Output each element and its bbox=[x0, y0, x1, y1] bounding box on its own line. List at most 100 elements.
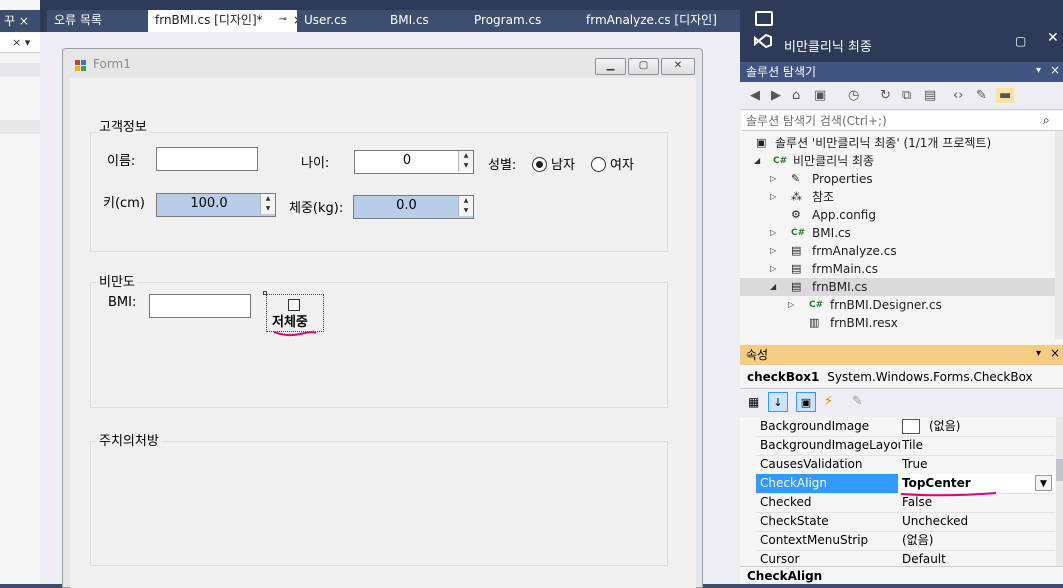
prop-row[interactable]: CausesValidation True bbox=[756, 455, 1055, 475]
tree-item-project[interactable]: ◢ C# 비만클리닉 최종 bbox=[740, 152, 1055, 170]
tree-item-bmi-cs[interactable]: ▷ C# BMI.cs bbox=[740, 224, 1055, 242]
tree-item-frnbmi[interactable]: ◢ ▤ frnBMI.cs bbox=[740, 278, 1055, 296]
female-radio[interactable] bbox=[591, 157, 606, 172]
tree-scrollbar[interactable] bbox=[1055, 131, 1063, 339]
properties-close-icon[interactable]: × bbox=[1050, 346, 1060, 360]
solution-search-input[interactable]: 솔루션 탐색기 검색(Ctrl+;) bbox=[742, 111, 1063, 131]
collapse-arrow-icon[interactable]: ▷ bbox=[770, 224, 776, 242]
tree-item-references[interactable]: ▷ ⁂ 참조 bbox=[740, 188, 1055, 206]
collapse-arrow-icon[interactable]: ▷ bbox=[770, 170, 776, 188]
tab-bmi-cs[interactable]: BMI.cs bbox=[383, 10, 475, 32]
properties-dropdown-icon[interactable]: ▾ bbox=[1036, 348, 1041, 359]
left-panel-tab[interactable]: 꾸 × bbox=[0, 10, 40, 32]
solution-window-title: 비만클리닉 최종 bbox=[784, 40, 872, 55]
pane-dropdown-icon[interactable]: ▾ bbox=[1036, 65, 1041, 76]
prop-row[interactable]: Checked False bbox=[756, 493, 1055, 513]
home-icon[interactable]: ⌂ bbox=[792, 88, 800, 103]
height-spinner[interactable]: ▲ ▼ bbox=[260, 194, 275, 214]
properties-view-icon[interactable]: ▣ bbox=[796, 392, 816, 412]
csharp-file-icon: C# bbox=[791, 228, 806, 238]
image-swatch bbox=[902, 419, 920, 434]
maximize-icon: ▢ bbox=[638, 60, 649, 71]
forward-icon[interactable]: ▶ bbox=[771, 88, 781, 103]
close-icon[interactable]: ✕ bbox=[1047, 30, 1059, 46]
back-icon[interactable]: ◀ bbox=[750, 88, 760, 103]
tab-label: User.cs bbox=[304, 13, 347, 27]
solution-explorer-header: 솔루션 탐색기 bbox=[740, 62, 1063, 82]
prop-value: False bbox=[902, 495, 933, 509]
bmi-input[interactable] bbox=[149, 294, 251, 318]
tree-item-app-config[interactable]: ⚙ App.config bbox=[740, 206, 1055, 224]
weight-numeric[interactable]: 0.0 ▲ ▼ bbox=[353, 195, 474, 219]
tree-label: frnBMI.Designer.cs bbox=[830, 298, 942, 312]
property-pages-icon[interactable]: ✎ bbox=[852, 394, 863, 409]
categorized-icon[interactable]: ▦ bbox=[748, 395, 759, 409]
group-bmi-label: 비만도 bbox=[97, 271, 137, 290]
weight-spinner[interactable]: ▲ ▼ bbox=[458, 196, 473, 216]
code-view-icon[interactable]: ‹› bbox=[953, 88, 963, 103]
events-icon[interactable]: ⚡ bbox=[824, 394, 833, 409]
tab-frnbmi-design[interactable]: frnBMI.cs [디자인]* × ⊸ bbox=[148, 10, 308, 32]
height-numeric[interactable]: 100.0 ▲ ▼ bbox=[156, 193, 276, 217]
maximize-button[interactable]: ▢ bbox=[628, 58, 659, 75]
tree-label: App.config bbox=[812, 208, 876, 222]
underweight-checkbox[interactable]: 저체중 bbox=[266, 294, 324, 332]
prop-name: ContextMenuStrip bbox=[760, 533, 869, 547]
alphabetical-icon[interactable]: ↓ bbox=[768, 392, 788, 412]
prop-row[interactable]: BackgroundImage (없음) bbox=[756, 417, 1055, 437]
pin-icon[interactable]: ⊸ bbox=[279, 10, 287, 30]
chevron-down-icon[interactable]: ▼ bbox=[1035, 475, 1052, 491]
pane-close-icon[interactable]: × bbox=[1050, 63, 1060, 77]
properties-object-selector[interactable]: checkBox1 System.Windows.Forms.CheckBox bbox=[740, 365, 1063, 389]
close-button[interactable]: ✕ bbox=[661, 58, 695, 75]
history-icon[interactable]: ◷ bbox=[848, 88, 859, 103]
tree-item-frnbmi-resx[interactable]: ▥ frnBMI.resx bbox=[740, 314, 1055, 332]
collapse-arrow-icon[interactable]: ▷ bbox=[770, 188, 776, 206]
wrench-icon: ✎ bbox=[791, 172, 801, 185]
prop-row[interactable]: BackgroundImageLayout Tile bbox=[756, 436, 1055, 456]
expand-icon[interactable]: ◢ bbox=[754, 152, 760, 170]
tree-item-solution[interactable]: ▣ 솔루션 '비만클리닉 최종' (1/1개 프로젝트) bbox=[740, 134, 1055, 152]
male-radio[interactable] bbox=[532, 157, 547, 172]
name-label: 이름: bbox=[107, 154, 136, 169]
up-arrow-icon: ▲ bbox=[463, 152, 469, 159]
underweight-checkbox-label: 저체중 bbox=[272, 315, 308, 330]
name-input[interactable] bbox=[156, 147, 258, 171]
age-spinner[interactable]: ▲ ▼ bbox=[458, 151, 473, 171]
bmi-label: BMI: bbox=[108, 295, 137, 310]
refresh-icon[interactable]: ↻ bbox=[880, 88, 891, 103]
properties-toolbar: ▦ ↓ ▣ ⚡ ✎ bbox=[740, 389, 1063, 417]
collapse-arrow-icon[interactable]: ▷ bbox=[770, 242, 776, 260]
tree-label: frmMain.cs bbox=[812, 262, 878, 276]
properties-scrollbar[interactable] bbox=[1056, 417, 1063, 566]
collapse-arrow-icon[interactable]: ▷ bbox=[788, 296, 794, 314]
collapse-icon[interactable]: ⧉ bbox=[902, 88, 911, 103]
properties-wrench-icon[interactable]: ✎ bbox=[976, 88, 987, 103]
tree-item-frmmain[interactable]: ▷ ▤ frmMain.cs bbox=[740, 260, 1055, 278]
prop-row[interactable]: CheckState Unchecked bbox=[756, 512, 1055, 532]
selection-handle[interactable] bbox=[263, 291, 267, 295]
search-icon[interactable]: ⌕ bbox=[1043, 113, 1050, 128]
expand-icon[interactable]: ◢ bbox=[770, 278, 776, 296]
tab-program-cs[interactable]: Program.cs bbox=[467, 10, 587, 32]
sync-icon[interactable]: ▣ bbox=[814, 88, 826, 103]
age-numeric[interactable]: 0 ▲ ▼ bbox=[354, 150, 474, 174]
tree-label: Properties bbox=[812, 172, 873, 186]
checkbox-box[interactable] bbox=[288, 299, 300, 311]
tree-label: BMI.cs bbox=[812, 226, 851, 240]
prop-row[interactable]: ContextMenuStrip (없음) bbox=[756, 531, 1055, 551]
restore-icon[interactable]: ▢ bbox=[1015, 34, 1026, 48]
tab-user-cs[interactable]: User.cs bbox=[297, 10, 391, 32]
preview-icon[interactable]: ▬ bbox=[996, 88, 1015, 103]
tab-frmanalyze-design[interactable]: frmAnalyze.cs [디자인] bbox=[579, 10, 753, 32]
app-logo-icon bbox=[755, 11, 773, 26]
show-all-icon[interactable]: ▤ bbox=[924, 88, 936, 103]
tab-error-list[interactable]: 오류 목록 bbox=[47, 10, 155, 32]
tree-item-properties[interactable]: ▷ ✎ Properties bbox=[740, 170, 1055, 188]
collapse-arrow-icon[interactable]: ▷ bbox=[770, 260, 776, 278]
minimize-button[interactable]: ▁ bbox=[595, 58, 626, 75]
prop-name: CausesValidation bbox=[760, 457, 863, 471]
left-panel-dropdown[interactable]: × ▾ bbox=[0, 33, 40, 53]
tree-item-frmanalyze[interactable]: ▷ ▤ frmAnalyze.cs bbox=[740, 242, 1055, 260]
tree-item-frnbmi-designer[interactable]: ▷ C# frnBMI.Designer.cs bbox=[740, 296, 1055, 314]
